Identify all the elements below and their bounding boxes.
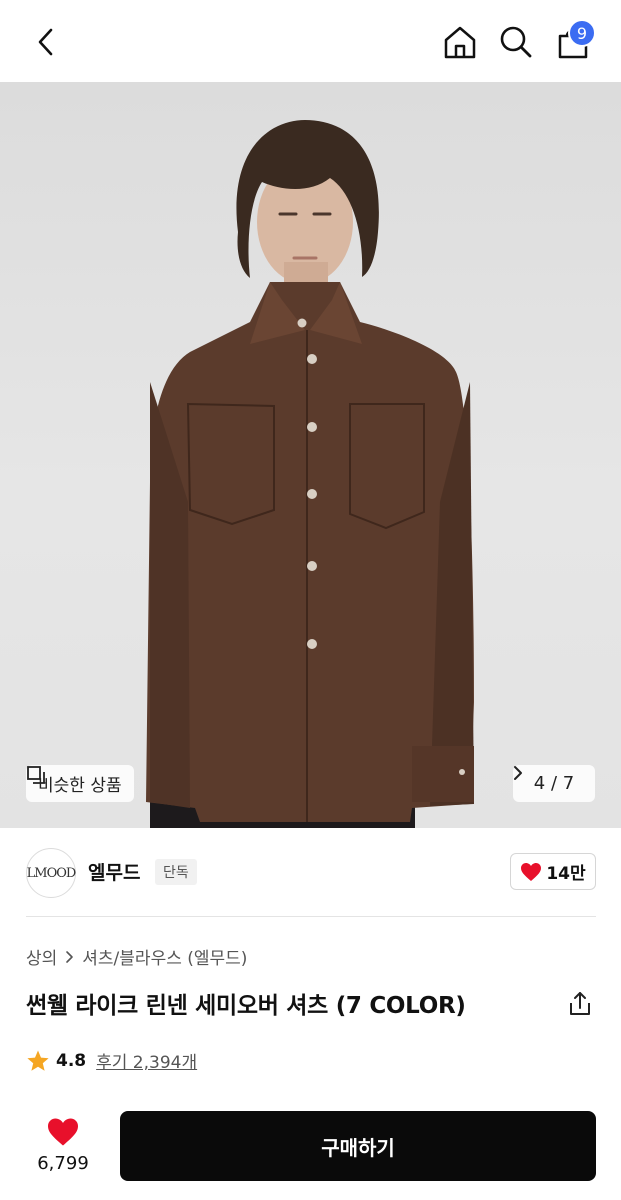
share-icon xyxy=(570,992,590,1015)
image-pager-count: 4 / 7 xyxy=(533,773,575,794)
search-button[interactable] xyxy=(494,20,538,64)
similar-products-label: 비슷한 상품 xyxy=(38,776,122,796)
review-link[interactable]: 후기 2,394개 xyxy=(96,1048,197,1073)
brand-like-button[interactable]: 14만 xyxy=(510,853,596,890)
product-like-count: 6,799 xyxy=(37,1152,89,1174)
rating-row: 4.8 후기 2,394개 xyxy=(26,1048,197,1073)
product-page: 9 비슷한 상품 4 / 7 LMOOD 엘무드 단독 14만 상의 셔츠/블라… xyxy=(0,0,621,1200)
brand-logo[interactable]: LMOOD xyxy=(26,848,76,898)
breadcrumb-category[interactable]: 상의 xyxy=(26,944,57,969)
cart-count-badge: 9 xyxy=(568,19,596,47)
buy-button[interactable]: 구매하기 xyxy=(120,1111,596,1181)
product-image-carousel[interactable]: 비슷한 상품 4 / 7 xyxy=(0,82,621,828)
brand-row: LMOOD 엘무드 단독 14만 xyxy=(26,846,596,898)
share-button[interactable] xyxy=(566,990,594,1018)
brand-logo-text: LMOOD xyxy=(26,865,77,881)
breadcrumb-subcategory[interactable]: 셔츠/블라우스 (엘무드) xyxy=(82,944,247,969)
product-title: 썬웰 라이크 린넨 세미오버 셔츠 (7 COLOR) xyxy=(26,993,466,1019)
search-icon xyxy=(500,26,532,58)
chevron-left-icon xyxy=(38,28,53,56)
chevron-right-icon xyxy=(514,766,522,780)
image-pager[interactable]: 4 / 7 xyxy=(513,765,595,802)
home-icon xyxy=(444,26,476,59)
brand-name[interactable]: 엘무드 xyxy=(88,858,140,885)
star-icon xyxy=(27,1050,49,1071)
back-button[interactable] xyxy=(24,20,68,64)
copy-icon xyxy=(27,766,45,784)
home-button[interactable] xyxy=(438,20,482,64)
similar-products-button[interactable]: 비슷한 상품 xyxy=(26,765,134,802)
chevron-right-icon xyxy=(66,950,74,963)
heart-icon xyxy=(48,1118,78,1145)
top-nav: 9 xyxy=(0,0,621,82)
product-photo xyxy=(146,120,474,828)
rating-value: 4.8 xyxy=(56,1050,87,1071)
heart-icon xyxy=(521,862,542,881)
brand-like-count: 14만 xyxy=(546,864,586,884)
breadcrumb: 상의 셔츠/블라우스 (엘무드) xyxy=(26,944,247,969)
divider xyxy=(26,916,596,917)
exclusive-badge: 단독 xyxy=(155,859,197,885)
product-like-button[interactable]: 6,799 xyxy=(26,1112,100,1178)
